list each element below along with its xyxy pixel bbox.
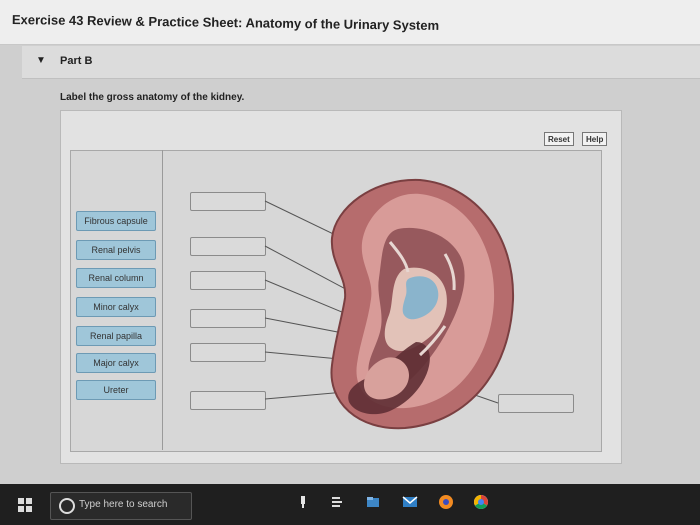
firefox-icon[interactable] [438, 494, 454, 510]
taskbar-search-text: Type here to search [79, 499, 168, 510]
microphone-icon[interactable] [295, 494, 311, 510]
taskbar: Type here to search [0, 484, 700, 525]
kidney-illustration [330, 178, 515, 430]
search-icon [59, 498, 75, 514]
task-view-icon[interactable] [330, 494, 346, 510]
windows-start-icon[interactable] [18, 498, 32, 512]
chrome-icon[interactable] [473, 494, 489, 510]
mail-icon[interactable] [402, 494, 418, 510]
taskbar-search-box[interactable]: Type here to search [50, 492, 192, 520]
file-explorer-icon[interactable] [365, 494, 381, 510]
